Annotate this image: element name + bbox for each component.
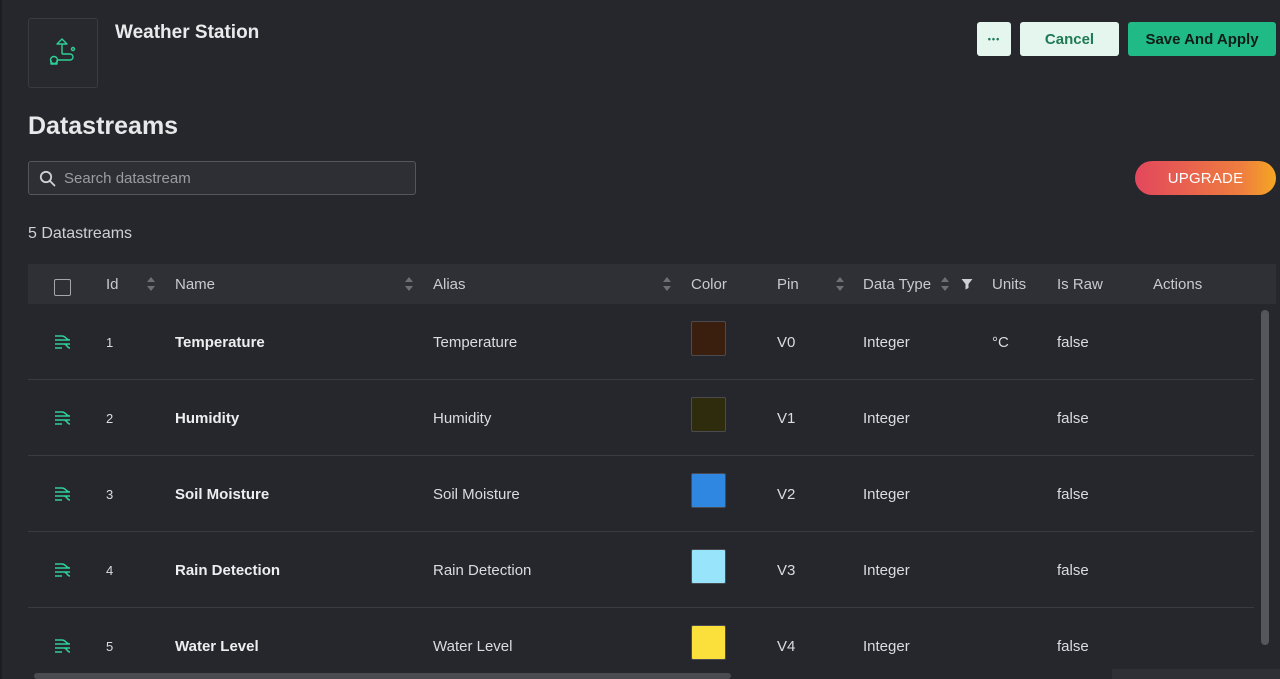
search-box[interactable] xyxy=(28,161,416,195)
datastream-icon xyxy=(54,304,72,380)
datastream-icon xyxy=(54,608,72,672)
table-row[interactable]: 2 Humidity Humidity V1 Integer false xyxy=(28,380,1254,456)
row-pin: V2 xyxy=(777,485,796,503)
row-data-type: Integer xyxy=(863,485,910,503)
search-input[interactable] xyxy=(64,169,394,187)
row-pin: V0 xyxy=(777,333,796,351)
row-alias: Humidity xyxy=(433,409,492,427)
color-swatch xyxy=(691,397,726,432)
column-header-alias[interactable]: Alias xyxy=(433,264,466,304)
column-header-actions: Actions xyxy=(1153,275,1203,293)
weather-station-icon xyxy=(49,38,76,65)
row-is-raw: false xyxy=(1057,637,1089,655)
window-edge xyxy=(0,0,2,679)
filter-icon[interactable] xyxy=(961,278,973,290)
row-data-type: Integer xyxy=(863,333,910,351)
row-id: 5 xyxy=(106,638,114,654)
template-name: Weather Station xyxy=(115,22,260,43)
color-swatch xyxy=(691,473,726,508)
color-swatch xyxy=(691,549,726,584)
column-header-units: Units xyxy=(992,275,1027,293)
row-name[interactable]: Soil Moisture xyxy=(175,456,269,532)
sort-name-icon[interactable] xyxy=(405,277,413,291)
row-is-raw: false xyxy=(1057,485,1089,503)
search-icon xyxy=(39,170,56,186)
row-is-raw: false xyxy=(1057,409,1089,427)
row-pin: V4 xyxy=(777,637,796,655)
sort-pin-icon[interactable] xyxy=(836,277,844,291)
row-is-raw: false xyxy=(1057,561,1089,579)
color-swatch xyxy=(691,625,726,660)
row-name[interactable]: Temperature xyxy=(175,304,265,380)
datastream-icon xyxy=(54,380,72,456)
table-row[interactable]: 4 Rain Detection Rain Detection V3 Integ… xyxy=(28,532,1254,608)
row-id: 3 xyxy=(106,486,114,502)
upgrade-button[interactable]: UPGRADE xyxy=(1135,161,1276,195)
row-pin: V3 xyxy=(777,561,796,579)
column-header-data-type[interactable]: Data Type xyxy=(863,264,931,304)
sort-id-icon[interactable] xyxy=(147,277,155,291)
row-data-type: Integer xyxy=(863,637,910,655)
column-header-pin[interactable]: Pin xyxy=(777,264,799,304)
row-id: 4 xyxy=(106,562,114,578)
row-is-raw: false xyxy=(1057,333,1089,351)
table-row[interactable]: 1 Temperature Temperature V0 Integer °C … xyxy=(28,304,1254,380)
row-pin: V1 xyxy=(777,409,796,427)
vertical-scrollbar[interactable] xyxy=(1261,310,1269,645)
row-alias: Rain Detection xyxy=(433,561,532,579)
row-data-type: Integer xyxy=(863,409,910,427)
row-name[interactable]: Rain Detection xyxy=(175,532,280,608)
sort-alias-icon[interactable] xyxy=(663,277,671,291)
cancel-button[interactable]: Cancel xyxy=(1020,22,1119,56)
datastream-count: 5 Datastreams xyxy=(28,225,133,242)
row-alias: Temperature xyxy=(433,333,518,351)
scroll-corner xyxy=(1112,669,1280,679)
datastream-icon xyxy=(54,456,72,532)
table-row[interactable]: 5 Water Level Water Level V4 Integer fal… xyxy=(28,608,1254,672)
page-title: Datastreams xyxy=(28,112,179,140)
column-header-color: Color xyxy=(691,275,727,293)
table-row[interactable]: 3 Soil Moisture Soil Moisture V2 Integer… xyxy=(28,456,1254,532)
horizontal-scrollbar[interactable] xyxy=(34,673,731,679)
sort-data-type-icon[interactable] xyxy=(941,277,949,291)
save-and-apply-button[interactable]: Save And Apply xyxy=(1128,22,1276,56)
row-alias: Water Level xyxy=(433,637,513,655)
template-icon[interactable] xyxy=(28,18,98,88)
row-data-type: Integer xyxy=(863,561,910,579)
row-units: °C xyxy=(992,333,1009,351)
row-name[interactable]: Water Level xyxy=(175,608,259,672)
table-body: 1 Temperature Temperature V0 Integer °C … xyxy=(28,304,1254,672)
row-id: 1 xyxy=(106,334,114,350)
column-header-name[interactable]: Name xyxy=(175,264,215,304)
color-swatch xyxy=(691,321,726,356)
more-options-button[interactable]: ••• xyxy=(977,22,1011,56)
row-alias: Soil Moisture xyxy=(433,485,520,503)
column-header-id[interactable]: Id xyxy=(106,264,119,304)
column-header-is-raw: Is Raw xyxy=(1057,275,1103,293)
table-header: Id Name Alias Color Pin Data Type Units … xyxy=(28,264,1276,304)
row-name[interactable]: Humidity xyxy=(175,380,239,456)
row-id: 2 xyxy=(106,410,114,426)
select-all-checkbox[interactable] xyxy=(54,279,71,296)
datastream-icon xyxy=(54,532,72,608)
